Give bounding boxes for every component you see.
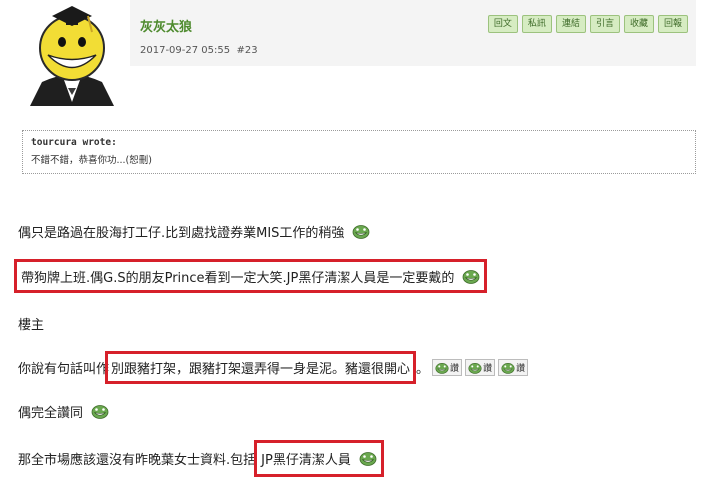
post-header: 灰灰太狼 2017-09-27 05:55 #23 回文 私訊 連結 引言 收藏… bbox=[130, 0, 696, 66]
green-grin-emoticon-icon bbox=[91, 405, 109, 419]
chip-label: 讚 bbox=[450, 364, 460, 374]
post-floor: #23 bbox=[236, 45, 258, 56]
highlighted-text: 別跟豬打架，跟豬打架還弄得一身是泥。豬還很開心 bbox=[111, 362, 411, 377]
post-line-6: 那全市場應該還沒有昨晚葉女士資料.包括 JP黑仔清潔人員 bbox=[18, 440, 384, 477]
highlighted-text: JP黑仔清潔人員 bbox=[261, 453, 351, 468]
quote-button[interactable]: 引言 bbox=[589, 15, 620, 33]
report-button[interactable]: 回報 bbox=[657, 15, 688, 33]
link-button[interactable]: 連結 bbox=[555, 15, 586, 33]
like-emoticon-chip[interactable]: 讚 bbox=[465, 359, 496, 376]
line-text-prefix: 你說有句話叫作 bbox=[18, 362, 110, 377]
green-grin-emoticon-icon bbox=[501, 362, 515, 374]
quote-block: tourcura wrote: 不錯不錯，恭喜你功...(恕刪) bbox=[22, 130, 696, 174]
green-grin-emoticon-icon bbox=[468, 362, 482, 374]
green-grin-emoticon-icon bbox=[352, 225, 370, 239]
line-text: 偶只是路過在股海打工仔.比到處找證券業MIS工作的稍強 bbox=[18, 226, 345, 241]
highlight-box-3: JP黑仔清潔人員 bbox=[254, 440, 384, 477]
private-message-button[interactable]: 私訊 bbox=[521, 15, 552, 33]
post-line-1: 偶只是路過在股海打工仔.比到處找證券業MIS工作的稍強 bbox=[18, 222, 370, 241]
line-text: 偶完全讚同 bbox=[18, 406, 84, 421]
bookmark-button[interactable]: 收藏 bbox=[623, 15, 654, 33]
chip-label: 讚 bbox=[483, 364, 493, 374]
green-grin-emoticon-icon bbox=[462, 269, 480, 284]
post-line-4: 你說有句話叫作 別跟豬打架，跟豬打架還弄得一身是泥。豬還很開心 。 讚 讚 讚 bbox=[18, 351, 529, 384]
line-text-prefix: 那全市場應該還沒有昨晚葉女士資料.包括 bbox=[18, 453, 257, 468]
highlight-box-1: 帶狗牌上班.偶G.S的朋友Prince看到一定大笑.JP黑仔清潔人員是一定要戴的 bbox=[14, 259, 488, 293]
line-text-suffix: 。 bbox=[416, 362, 430, 377]
like-emoticon-chip[interactable]: 讚 bbox=[498, 359, 529, 376]
chip-label: 讚 bbox=[516, 364, 526, 374]
green-grin-emoticon-icon bbox=[359, 452, 377, 466]
post-actions: 回文 私訊 連結 引言 收藏 回報 bbox=[487, 15, 688, 33]
user-avatar[interactable] bbox=[22, 2, 122, 106]
post-meta: 2017-09-27 05:55 #23 bbox=[140, 45, 258, 56]
post-date: 2017-09-27 05:55 bbox=[140, 45, 231, 56]
line-text: 帶狗牌上班.偶G.S的朋友Prince看到一定大笑.JP黑仔清潔人員是一定要戴的 bbox=[21, 270, 455, 286]
green-grin-emoticon-icon bbox=[435, 362, 449, 374]
like-emoticon-chip[interactable]: 讚 bbox=[432, 359, 463, 376]
line-text: 樓主 bbox=[18, 318, 45, 333]
username-link[interactable]: 灰灰太狼 bbox=[140, 16, 192, 35]
post-line-3: 樓主 bbox=[18, 314, 44, 333]
reply-button[interactable]: 回文 bbox=[487, 15, 518, 33]
highlight-box-2: 別跟豬打架，跟豬打架還弄得一身是泥。豬還很開心 bbox=[105, 351, 417, 384]
post-line-5: 偶完全讚同 bbox=[18, 402, 109, 421]
quote-author: tourcura wrote: bbox=[31, 137, 117, 148]
quote-text: 不錯不錯，恭喜你功...(恕刪) bbox=[31, 155, 152, 166]
